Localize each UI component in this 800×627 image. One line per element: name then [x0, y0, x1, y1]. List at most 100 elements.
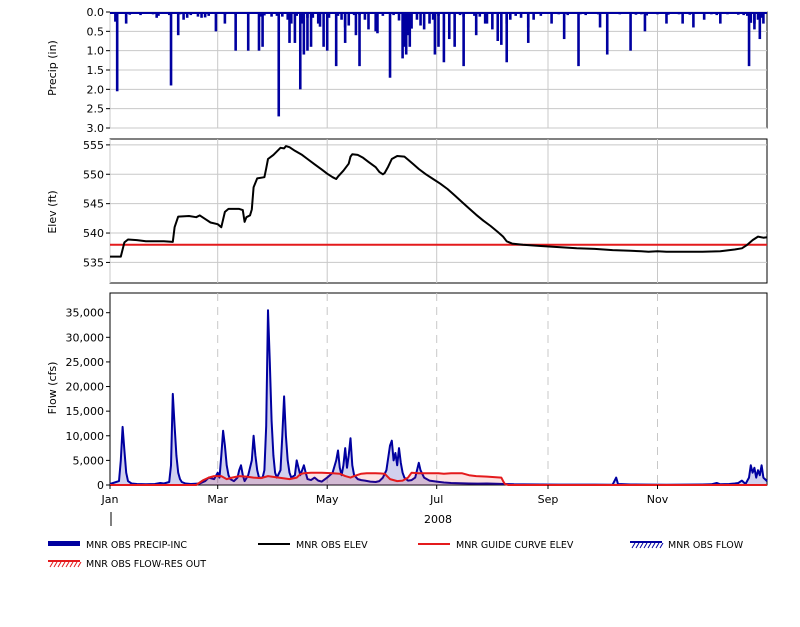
precip-bar	[532, 13, 535, 20]
flow-ytick-label: 30,000	[66, 331, 105, 344]
precip-bar	[747, 13, 751, 67]
precip-bar	[702, 13, 706, 20]
precip-bar	[115, 13, 119, 92]
precip-bar	[277, 13, 281, 117]
elev-ytick-label: 540	[83, 227, 104, 240]
precip-bar	[367, 13, 370, 30]
legend-hatch	[61, 561, 66, 568]
precip-bar	[598, 13, 602, 28]
precip-bar	[316, 13, 320, 24]
legend-label: MNR GUIDE CURVE ELEV	[456, 540, 574, 551]
precip-bar	[447, 13, 451, 40]
precip-bar	[719, 13, 722, 24]
precip-bar	[343, 13, 347, 43]
precip-bar	[325, 13, 329, 51]
precip-bar	[665, 13, 668, 24]
precip-ytick-label: 1.5	[87, 64, 105, 77]
precip-bar	[629, 13, 632, 51]
precip-bar	[347, 13, 351, 26]
precip-bar	[577, 13, 580, 67]
precip-bar	[374, 13, 377, 32]
precip-bar	[442, 13, 446, 63]
precip-bar	[388, 13, 392, 78]
flow-ytick-label: 10,000	[66, 430, 105, 443]
flow-ytick-label: 5,000	[73, 454, 105, 467]
flow-yticks: 0 5,000 10,000 15,000 20,000 25,000 30,000 35,0…	[66, 307, 110, 492]
legend-hatch	[651, 542, 656, 549]
flow-xtick-label: Mar	[207, 493, 228, 506]
chart-root: 0.0 0.5 1.0 1.5 2.0 2.5 3.0 Precip (in) 535 540…	[46, 6, 768, 570]
precip-bar	[462, 13, 465, 67]
flow-ytick-label: 35,000	[66, 307, 105, 320]
precip-bar	[415, 13, 419, 20]
precip-y-axis-label: Precip (in)	[46, 40, 59, 96]
legend-hatch	[57, 561, 62, 568]
legend-hatch	[643, 542, 648, 549]
legend-hatch	[639, 542, 644, 549]
precip-ytick-label: 0.5	[87, 25, 105, 38]
precip-ytick-label: 2.5	[87, 103, 105, 116]
precip-ytick-label: 3.0	[87, 122, 105, 135]
precip-bar	[422, 13, 426, 30]
precip-bar	[340, 13, 343, 20]
precip-ytick-label: 2.0	[87, 83, 105, 96]
precip-bar	[419, 13, 422, 26]
precip-bar	[404, 13, 408, 55]
elev-yticks: 535 540 545 550 555	[83, 139, 110, 269]
precip-bar	[437, 13, 440, 47]
flow-y-axis-label: Flow (cfs)	[46, 362, 59, 415]
precip-bar	[401, 13, 404, 59]
precip-bar	[293, 13, 297, 43]
precip-bar	[562, 13, 566, 40]
precip-bar	[526, 13, 530, 43]
precip-bar	[509, 13, 512, 20]
precip-bar	[453, 13, 456, 47]
legend-item: MNR OBS ELEV	[258, 540, 368, 551]
precip-bar	[234, 13, 237, 51]
precip-bar	[433, 13, 437, 55]
precip-bar	[397, 13, 401, 21]
elev-panel: 535 540 545 550 555 Elev (ft)	[46, 138, 768, 284]
precip-bar	[474, 13, 478, 36]
elev-ytick-label: 555	[83, 139, 104, 152]
precip-bar	[182, 13, 185, 20]
precip-bar	[358, 13, 361, 67]
legend: MNR OBS PRECIP-INC MNR OBS ELEV MNR GUIDE …	[48, 540, 744, 570]
precip-bar	[550, 13, 553, 24]
precip-bar	[246, 13, 250, 51]
precip-bar	[681, 13, 684, 24]
precip-bar	[124, 13, 128, 24]
legend-hatch	[53, 561, 58, 568]
precip-ytick-label: 0.0	[87, 6, 105, 19]
precip-bar	[322, 13, 325, 47]
precip-bar	[643, 13, 647, 32]
flow-ytick-label: 25,000	[66, 356, 105, 369]
flow-xtick-label: Jul	[429, 493, 443, 506]
precip-yticks: 0.0 0.5 1.0 1.5 2.0 2.5 3.0	[87, 6, 110, 135]
precip-bar	[169, 13, 173, 86]
precip-bar	[354, 13, 358, 36]
legend-item: MNR GUIDE CURVE ELEV	[418, 540, 574, 551]
precip-bar	[288, 13, 291, 43]
precip-bar	[500, 13, 503, 45]
legend-item: MNR OBS FLOW-RES OUT	[48, 559, 206, 570]
legend-hatch	[73, 561, 78, 568]
legend-item: MNR OBS PRECIP-INC	[48, 540, 187, 551]
precip-bar	[306, 13, 309, 51]
legend-label: MNR OBS ELEV	[296, 540, 368, 551]
legend-hatch	[655, 542, 660, 549]
precip-bar	[408, 13, 412, 47]
elev-y-axis-label: Elev (ft)	[46, 190, 59, 233]
flow-xtick-label: Jan	[101, 493, 119, 506]
precip-bar	[257, 13, 261, 51]
legend-hatch	[49, 561, 54, 568]
legend-hatch	[635, 542, 640, 549]
legend-hatch	[65, 561, 70, 568]
legend-hatch	[659, 542, 664, 549]
precip-bar	[302, 13, 306, 55]
precip-bar	[758, 13, 762, 40]
elev-ytick-label: 545	[83, 198, 104, 211]
flow-xtick-label: Sep	[538, 493, 559, 506]
flow-xtick-label: May	[316, 493, 339, 506]
year-label: 2008	[424, 513, 452, 526]
